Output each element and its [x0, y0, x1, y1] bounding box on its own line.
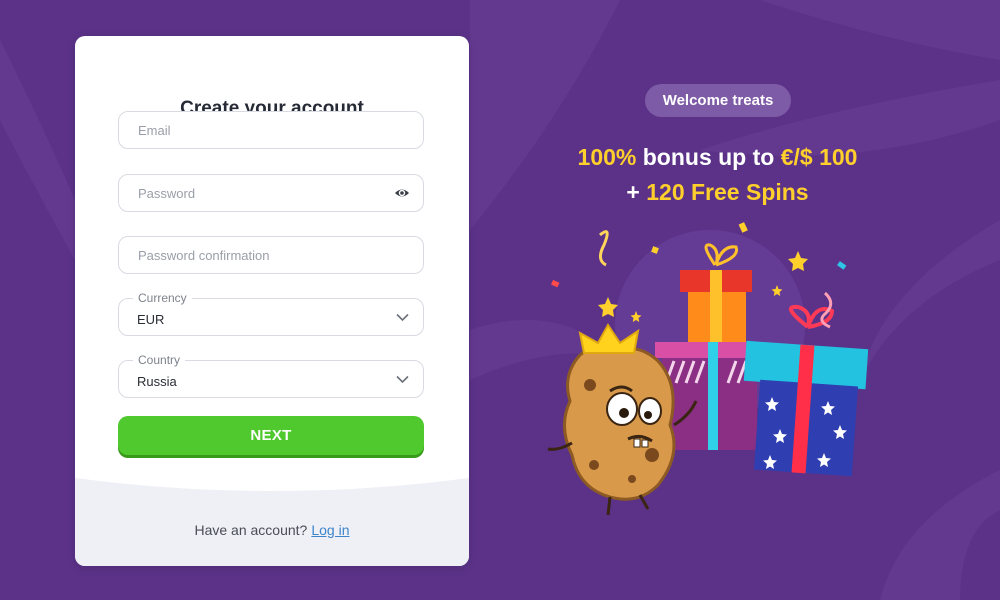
password-field-wrapper	[118, 174, 424, 212]
currency-label: Currency	[133, 291, 192, 305]
country-value: Russia	[137, 374, 177, 389]
eye-icon[interactable]	[394, 186, 410, 200]
promo-spins-line: + 120 Free Spins	[520, 179, 915, 206]
currency-value: EUR	[137, 312, 165, 327]
next-button[interactable]: NEXT	[118, 416, 424, 455]
country-select[interactable]: Country Russia	[118, 353, 424, 398]
password-confirmation-input[interactable]	[119, 237, 423, 273]
currency-select[interactable]: Currency EUR	[118, 291, 424, 336]
country-label: Country	[133, 353, 186, 367]
password-confirmation-field-wrapper	[118, 236, 424, 274]
promo-bonus-amount: €/$ 100	[780, 144, 858, 170]
cookie-gifts-illustration	[547, 222, 869, 516]
chevron-down-icon	[396, 313, 409, 322]
email-field-wrapper	[118, 111, 424, 149]
welcome-badge: Welcome treats	[645, 84, 791, 117]
login-prompt-text: Have an account?	[194, 522, 308, 538]
promo-bonus-text: bonus up to	[636, 144, 781, 170]
promo-free-spins: 120 Free Spins	[646, 179, 809, 205]
promo-percent: 100%	[577, 144, 637, 170]
promo-bonus-line: 100% bonus up to €/$ 100	[520, 144, 915, 171]
email-input[interactable]	[119, 112, 423, 148]
login-prompt: Have an account? Log in	[75, 522, 469, 538]
promo-plus: +	[626, 179, 647, 205]
password-input[interactable]	[119, 175, 423, 211]
chevron-down-icon	[396, 375, 409, 384]
login-link[interactable]: Log in	[311, 522, 349, 538]
signup-card: Create your account Currency EUR Country…	[75, 36, 469, 566]
